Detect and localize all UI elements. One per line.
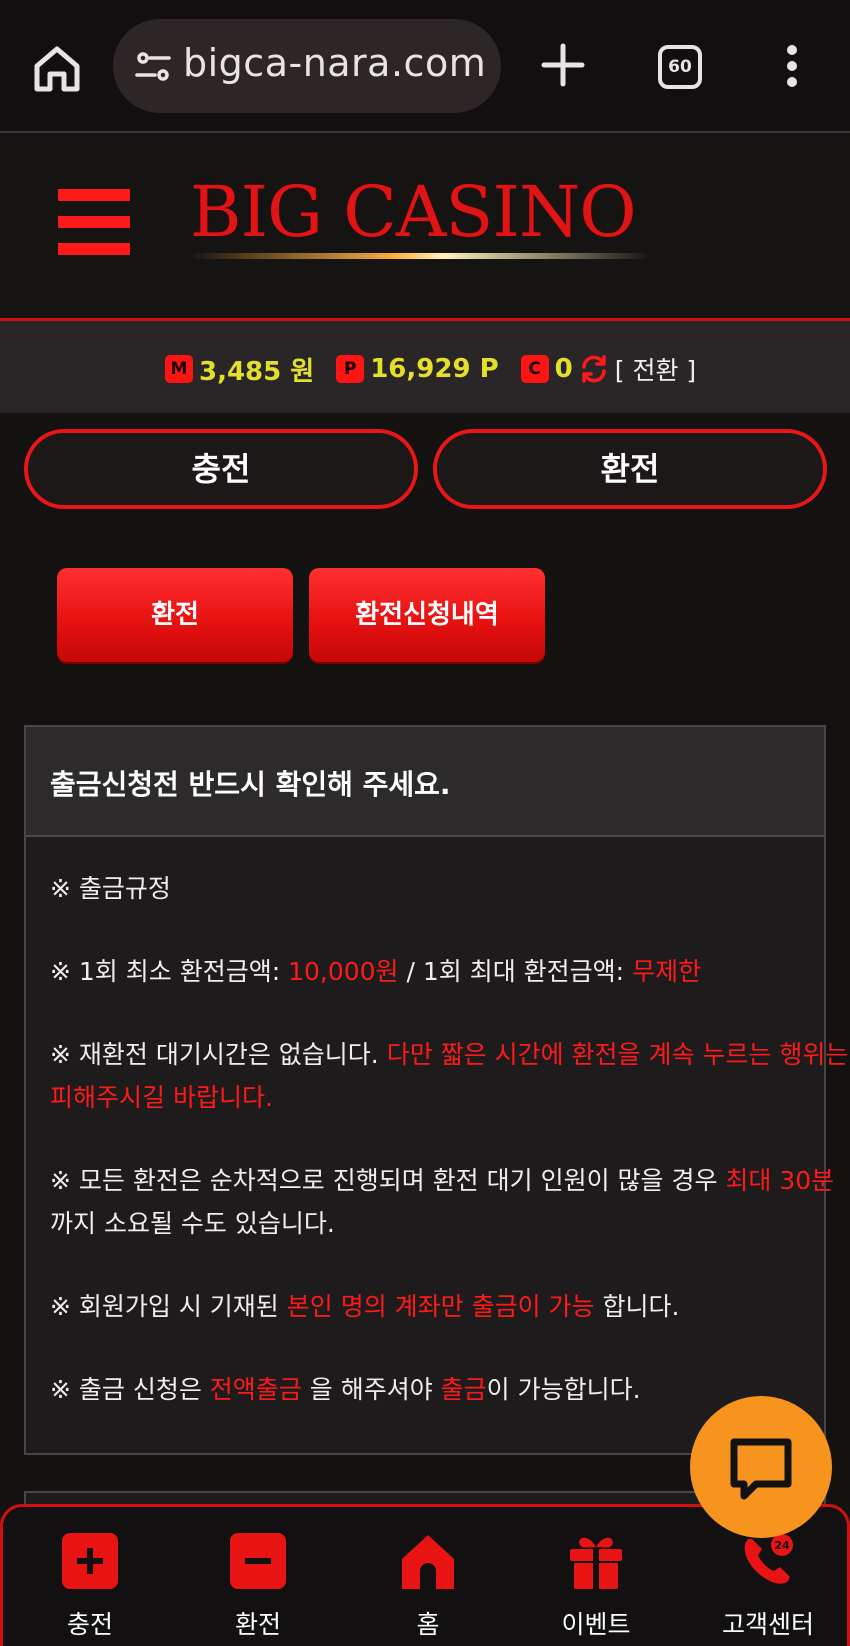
exchange-button[interactable]: 환전 <box>57 568 293 662</box>
nav-support[interactable]: 24 고객센터 <box>703 1527 833 1643</box>
nav-label: 고객센터 <box>721 1610 814 1639</box>
notice-line: ※ 출금규정 <box>50 874 171 903</box>
house-icon <box>402 1535 454 1589</box>
nav-event[interactable]: 이벤트 <box>531 1527 661 1643</box>
site-header: BIG CASINO <box>0 133 850 318</box>
notice-line: ※ 1회 최소 환전금액: 10,000원 / 1회 최대 환전금액: 무제한 <box>50 957 702 986</box>
plus-icon <box>62 1533 118 1589</box>
notice-header: 출금신청전 반드시 확인해 주세요. <box>26 727 824 837</box>
notice-title: 출금신청전 반드시 확인해 주세요. <box>50 768 451 801</box>
notice-body: ※ 출금규정 ※ 1회 최소 환전금액: 10,000원 / 1회 최대 환전금… <box>50 867 850 1451</box>
nav-charge[interactable]: 충전 <box>25 1527 155 1643</box>
nav-label: 환전 <box>234 1610 281 1639</box>
more-menu-icon[interactable] <box>784 44 800 88</box>
notice-panel: 출금신청전 반드시 확인해 주세요. ※ 출금규정 ※ 1회 최소 환전금액: … <box>24 725 848 1455</box>
exchange-history-button[interactable]: 환전신청내역 <box>309 568 545 662</box>
coin-value: 0 <box>554 354 573 384</box>
browser-toolbar: bigca-nara.com 60 <box>0 0 850 133</box>
nav-exchange[interactable]: 환전 <box>193 1527 323 1643</box>
url-text[interactable]: bigca-nara.com <box>183 41 495 85</box>
tab-charge[interactable]: 충전 <box>24 429 418 509</box>
nav-home[interactable]: 홈 <box>363 1527 493 1643</box>
nav-label: 이벤트 <box>561 1610 631 1639</box>
tab-exchange[interactable]: 환전 <box>433 429 827 509</box>
nav-label: 홈 <box>416 1610 440 1639</box>
money-value: 3,485 원 <box>199 356 315 387</box>
address-bar[interactable]: bigca-nara.com <box>113 19 501 113</box>
home-icon[interactable] <box>30 42 84 96</box>
phone-24-icon: 24 <box>744 1534 793 1584</box>
tab-switcher-button[interactable]: 60 <box>658 45 702 89</box>
money-badge: M <box>165 355 193 383</box>
notice-line: ※ 회원가입 시 기재된 본인 명의 계좌만 출금이 가능 합니다. <box>50 1292 680 1321</box>
minus-icon <box>230 1533 286 1589</box>
chat-bubble-icon <box>730 1438 792 1500</box>
notice-line: ※ 모든 환전은 순차적으로 진행되며 환전 대기 인원이 많을 경우 최대 3… <box>50 1166 835 1238</box>
switch-button[interactable]: [ 전환 ] <box>615 351 696 387</box>
new-tab-icon[interactable] <box>540 42 586 88</box>
site-settings-icon[interactable] <box>133 47 173 87</box>
gift-icon <box>570 1537 622 1589</box>
main-tabs: 충전 환전 <box>0 413 850 525</box>
point-badge: P <box>336 355 365 383</box>
support-badge: 24 <box>774 1539 790 1552</box>
chat-button[interactable] <box>690 1396 832 1538</box>
site-logo[interactable]: BIG CASINO <box>190 171 660 281</box>
notice-line: ※ 재환전 대기시간은 없습니다. 다만 짧은 시간에 환전을 계속 누르는 행… <box>50 1040 849 1112</box>
point-value: 16,929 P <box>370 354 499 384</box>
logo-glow-line <box>190 253 650 259</box>
coin-badge: C <box>520 355 549 383</box>
nav-label: 충전 <box>66 1610 113 1639</box>
logo-text: BIG CASINO <box>190 171 637 253</box>
hamburger-menu-icon[interactable] <box>58 189 130 255</box>
refresh-icon[interactable] <box>579 354 609 384</box>
balance-bar: M 3,485 원 P 16,929 P C 0 [ 전환 ] <box>0 321 850 413</box>
